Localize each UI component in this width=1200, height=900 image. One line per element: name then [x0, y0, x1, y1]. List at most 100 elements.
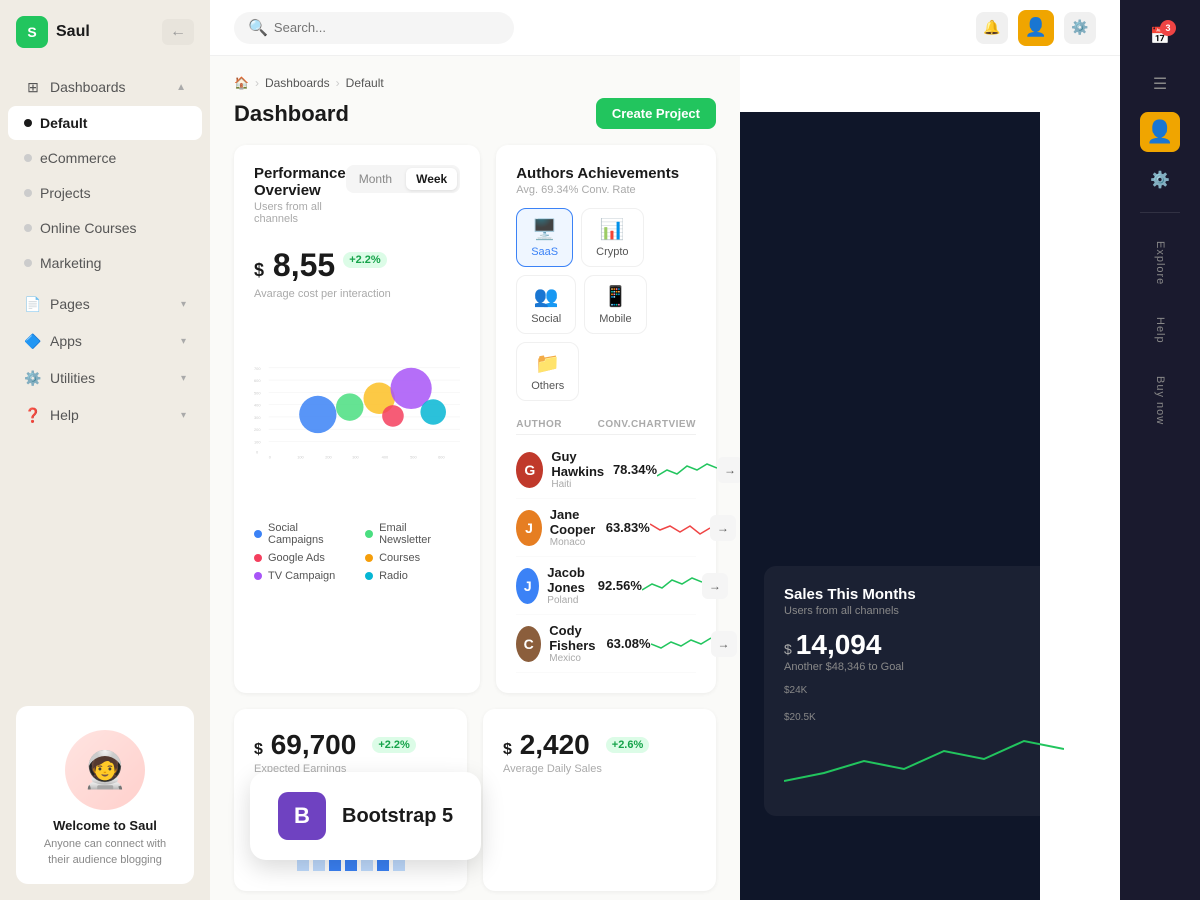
sidebar-item-marketing[interactable]: Marketing: [8, 246, 202, 280]
y-label-205k: $20.5K: [784, 712, 1076, 723]
week-toggle[interactable]: Week: [406, 168, 457, 190]
mini-chart-jane: [650, 516, 710, 540]
cards-row-top: Performance Overview Users from all chan…: [234, 145, 716, 693]
legend-dot-radio: [365, 572, 373, 580]
bootstrap-overlay: B Bootstrap 5: [250, 772, 481, 860]
cat-tab-others[interactable]: 📁 Others: [516, 342, 579, 401]
notification-icon[interactable]: 🔔: [976, 12, 1008, 44]
authors-subtitle: Avg. 69.34% Conv. Rate: [516, 184, 696, 196]
explore-label[interactable]: Explore: [1154, 233, 1166, 293]
sidebar-menu-icon[interactable]: ☰: [1140, 64, 1180, 104]
svg-text:400: 400: [382, 455, 389, 460]
create-project-button[interactable]: Create Project: [596, 98, 716, 129]
crypto-icon: 📊: [600, 217, 625, 242]
others-icon: 📁: [535, 351, 560, 376]
performance-title: Performance Overview: [254, 165, 346, 199]
chart-toggle: Month Week: [346, 165, 461, 193]
author-info-cody: C Cody Fishers Mexico: [516, 623, 606, 664]
sales-month-title: Sales This Months: [784, 586, 1076, 603]
buy-now-label[interactable]: Buy now: [1154, 368, 1166, 433]
legend-courses: Courses: [365, 552, 460, 564]
mini-chart-jacob: [642, 574, 702, 598]
avatar-cody: C: [516, 626, 541, 662]
svg-text:600: 600: [254, 378, 261, 383]
cat-tab-mobile[interactable]: 📱 Mobile: [584, 275, 646, 334]
view-button-jacob[interactable]: →: [702, 573, 728, 599]
sidebar-item-help[interactable]: ❓ Help ▾: [8, 397, 202, 433]
sales-month-card: Sales This Months Users from all channel…: [764, 566, 1096, 816]
avatar-guy: G: [516, 452, 543, 488]
breadcrumb: 🏠 › Dashboards › Default: [234, 76, 716, 90]
svg-text:700: 700: [254, 366, 261, 371]
view-button-jane[interactable]: →: [710, 515, 736, 541]
legend-radio: Radio: [365, 570, 460, 582]
search-icon: 🔍: [248, 18, 268, 38]
table-row: G Guy Hawkins Haiti 78.34%: [516, 441, 696, 499]
performance-subtitle: Users from all channels: [254, 201, 346, 225]
chevron-icon: ▲: [176, 82, 186, 93]
sales-goal: Another $48,346 to Goal: [784, 661, 1076, 673]
chevron-icon: ▾: [181, 336, 186, 347]
svg-text:500: 500: [254, 390, 261, 395]
sidebar-profile-icon[interactable]: 👤: [1140, 112, 1180, 152]
bootstrap-icon: B: [278, 792, 326, 840]
sidebar-header: S Saul ←: [0, 0, 210, 64]
sidebar-item-projects[interactable]: Projects: [8, 176, 202, 210]
sidebar-settings-icon[interactable]: ⚙️: [1140, 160, 1180, 200]
nav-dot: [24, 189, 32, 197]
welcome-subtitle: Anyone can connect with their audience b…: [32, 837, 178, 868]
utilities-icon: ⚙️: [24, 369, 42, 387]
daily-label: Average Daily Sales: [503, 763, 696, 775]
right-panel: Sales This Months Users from all channel…: [740, 56, 1120, 900]
performance-card: Performance Overview Users from all chan…: [234, 145, 480, 693]
author-info-jacob: J Jacob Jones Poland: [516, 565, 598, 606]
svg-text:600: 600: [438, 455, 445, 460]
legend-dot-email: [365, 530, 373, 538]
mobile-icon: 📱: [603, 284, 628, 309]
grid-icon[interactable]: ⚙️: [1064, 12, 1096, 44]
sidebar-item-dashboards[interactable]: ⊞ Dashboards ▲: [8, 69, 202, 105]
category-tabs: 🖥️ SaaS 📊 Crypto 👥 Social: [516, 208, 696, 401]
cat-tab-social[interactable]: 👥 Social: [516, 275, 576, 334]
search-input[interactable]: [274, 20, 500, 35]
sidebar-divider: [1140, 212, 1180, 213]
breadcrumb-home[interactable]: 🏠: [234, 76, 249, 90]
content-wrapper: 🏠 › Dashboards › Default Dashboard Creat…: [210, 56, 1120, 900]
breadcrumb-dashboards[interactable]: Dashboards: [265, 76, 330, 90]
cat-tab-crypto[interactable]: 📊 Crypto: [581, 208, 643, 267]
search-box[interactable]: 🔍: [234, 12, 514, 44]
help-label[interactable]: Help: [1154, 309, 1166, 352]
earnings-value: $ 69,700: [254, 729, 356, 761]
sidebar-calendar-icon[interactable]: 📅 3: [1140, 16, 1180, 56]
sidebar-item-utilities[interactable]: ⚙️ Utilities ▾: [8, 360, 202, 396]
nav-section-pages: 📄 Pages ▾ 🔷 Apps ▾ ⚙️ Utilities ▾ ❓ Help…: [0, 285, 210, 434]
topbar-right: 🔔 👤 ⚙️: [976, 10, 1096, 46]
metric-value: $ 8,55: [254, 247, 335, 284]
social-icon: 👥: [534, 284, 559, 309]
sales-dollar: $: [784, 641, 792, 657]
sidebar-item-online-courses[interactable]: Online Courses: [8, 211, 202, 245]
chart-legend: Social Campaigns Email Newsletter Google…: [254, 522, 460, 582]
sidebar-item-ecommerce[interactable]: eCommerce: [8, 141, 202, 175]
breadcrumb-sep: ›: [255, 76, 259, 90]
sidebar-item-pages[interactable]: 📄 Pages ▾: [8, 286, 202, 322]
back-icon[interactable]: ←: [162, 19, 194, 45]
sidebar-item-apps[interactable]: 🔷 Apps ▾: [8, 323, 202, 359]
mini-chart-guy: [657, 458, 717, 482]
table-row: J Jacob Jones Poland 92.56%: [516, 557, 696, 615]
chevron-icon: ▾: [181, 410, 186, 421]
user-avatar[interactable]: 👤: [1018, 10, 1054, 46]
nav-dot: [24, 224, 32, 232]
app-logo: S: [16, 16, 48, 48]
month-toggle[interactable]: Month: [349, 168, 402, 190]
chevron-icon: ▾: [181, 373, 186, 384]
table-row: J Jane Cooper Monaco 63.83%: [516, 499, 696, 557]
svg-text:300: 300: [254, 415, 261, 420]
svg-text:400: 400: [254, 403, 261, 408]
view-button-guy[interactable]: →: [717, 457, 740, 483]
sidebar-item-default[interactable]: Default: [8, 106, 202, 140]
right-sidebar: 📅 3 ☰ 👤 ⚙️ Explore Help Buy now: [1120, 0, 1200, 900]
cat-tab-saas[interactable]: 🖥️ SaaS: [516, 208, 573, 267]
authors-card: Authors Achievements Avg. 69.34% Conv. R…: [496, 145, 716, 693]
view-button-cody[interactable]: →: [711, 631, 737, 657]
